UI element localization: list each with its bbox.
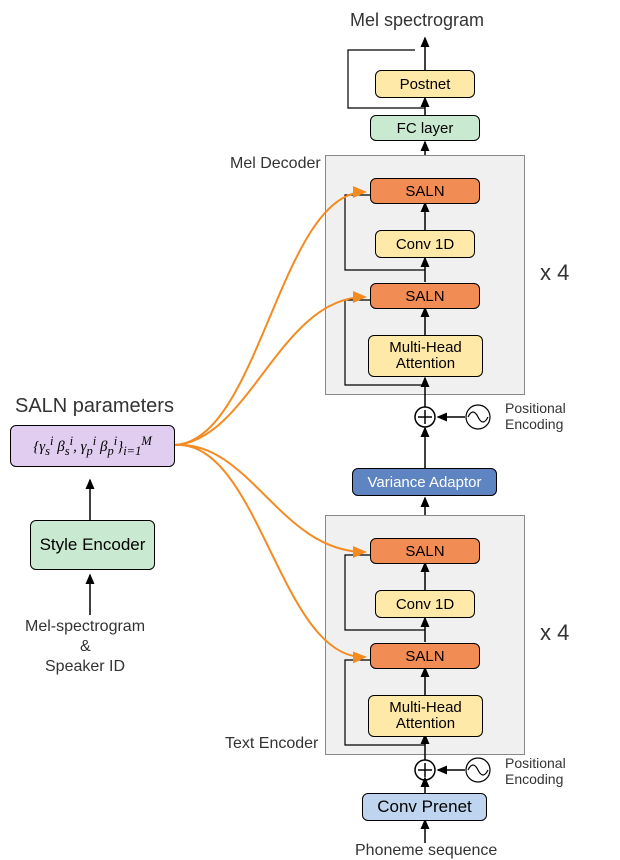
saln-params-block: {γsi βsi, γpi βpi}i=1M — [10, 425, 175, 467]
decoder-conv1d: Conv 1D — [375, 230, 475, 258]
encoder-saln-top: SALN — [370, 538, 480, 564]
decoder-saln-top: SALN — [370, 178, 480, 204]
phoneme-input-label: Phoneme sequence — [355, 842, 497, 860]
decoder-mha: Multi-Head Attention — [368, 335, 483, 377]
pos-enc-bottom-label: Positional Encoding — [505, 755, 595, 787]
decoder-repeat-label: x 4 — [540, 260, 569, 286]
encoder-repeat-label: x 4 — [540, 620, 569, 646]
pos-enc-mid-label: Positional Encoding — [505, 400, 595, 432]
encoder-saln-bottom: SALN — [370, 643, 480, 669]
text-encoder-label: Text Encoder — [225, 735, 318, 753]
fc-layer-block: FC layer — [370, 115, 480, 141]
mel-spec-input-label: Mel-spectrogram — [25, 618, 145, 636]
speaker-id-label: Speaker ID — [45, 658, 125, 676]
conv-prenet-block: Conv Prenet — [362, 793, 487, 821]
variance-adaptor-block: Variance Adaptor — [352, 468, 497, 496]
encoder-mha: Multi-Head Attention — [368, 695, 483, 737]
encoder-conv1d: Conv 1D — [375, 590, 475, 618]
saln-params-title: SALN parameters — [15, 395, 174, 418]
decoder-saln-bottom: SALN — [370, 283, 480, 309]
saln-formula: {γsi βsi, γpi βpi}i=1M — [33, 434, 152, 459]
output-title: Mel spectrogram — [350, 10, 484, 31]
style-encoder-block: Style Encoder — [30, 520, 155, 570]
mel-decoder-label: Mel Decoder — [230, 155, 321, 173]
amp-label: & — [80, 638, 91, 656]
postnet-block: Postnet — [375, 70, 475, 98]
